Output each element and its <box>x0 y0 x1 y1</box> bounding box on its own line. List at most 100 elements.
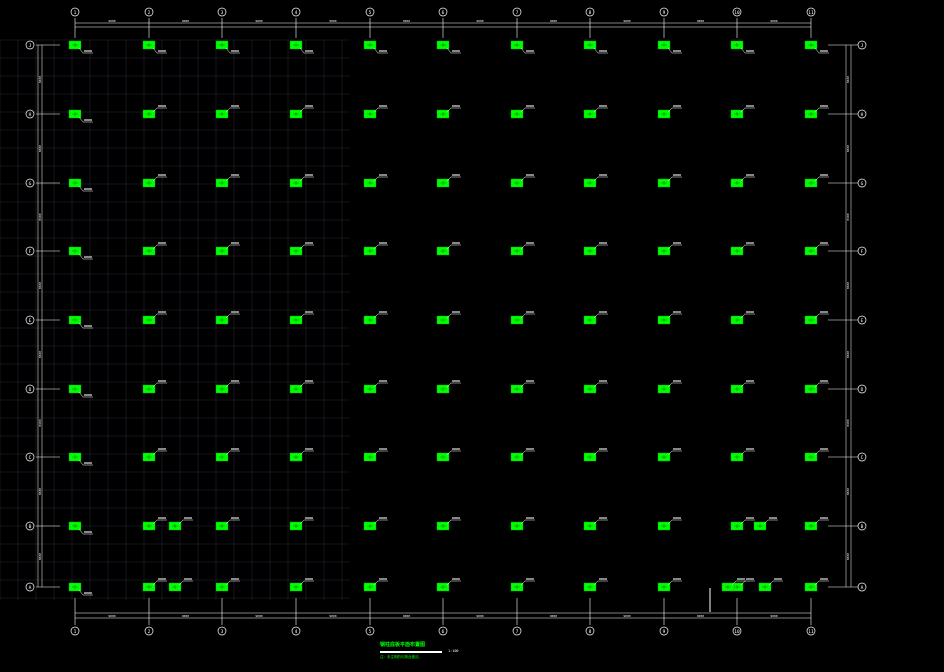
plate-tag-mark <box>526 105 534 107</box>
dim-text-bottom: 9000 <box>623 614 630 618</box>
floor-plan: 9000 9000 9000 9000 9000 9000 9000 9000 9000 9000… <box>0 7 867 636</box>
dim-text-bottom: 9000 <box>329 614 336 618</box>
plate-tag-mark <box>84 531 92 533</box>
plate-tag-mark <box>452 242 460 244</box>
dim-text-top: 9000 <box>403 19 410 23</box>
plate-tag-mark <box>231 174 239 176</box>
row-label-right: A <box>861 585 864 591</box>
plate-tag-mark <box>526 517 534 519</box>
plate-tag-mark <box>379 174 387 176</box>
plate-tag-mark <box>84 50 92 52</box>
plate-tag-mark <box>158 448 166 450</box>
plate-tag-mark <box>452 517 460 519</box>
plate-tag-mark <box>305 105 313 107</box>
plate-tag-mark <box>305 578 313 580</box>
plate-tag-mark <box>452 50 460 52</box>
dim-text-left: 8400 <box>38 419 42 426</box>
plate-tag-mark <box>158 311 166 313</box>
dim-text-bottom: 9000 <box>697 614 704 618</box>
dim-text-right: 8400 <box>846 145 850 152</box>
plate-tag-mark <box>452 174 460 176</box>
plate-tag-mark <box>305 517 313 519</box>
row-label-right: E <box>861 318 864 324</box>
plate-tag-mark <box>599 105 607 107</box>
plate-tag-mark <box>305 50 313 52</box>
plate-tag-mark <box>158 105 166 107</box>
dim-text-left: 8400 <box>38 282 42 289</box>
drawing-title: 钢柱底板平面布置图 <box>380 642 426 648</box>
plate-tag-mark <box>673 578 681 580</box>
plate-tag-mark <box>231 105 239 107</box>
plate-tag-mark <box>746 448 754 450</box>
plate-tag-mark <box>820 311 828 313</box>
plate-tag-mark <box>231 242 239 244</box>
dim-text-top: 9000 <box>623 19 630 23</box>
column-label-top: 11 <box>808 10 814 16</box>
plate-tag-mark <box>746 380 754 382</box>
column-label-top: 10 <box>734 10 740 16</box>
plate-tag-mark <box>379 242 387 244</box>
dim-text-bottom: 9000 <box>770 614 777 618</box>
plate-tag-mark <box>379 105 387 107</box>
dim-text-top: 9000 <box>255 19 262 23</box>
dim-text-left: 8400 <box>38 488 42 495</box>
dim-text-left: 8400 <box>38 145 42 152</box>
column-label-bottom: 10 <box>734 629 740 635</box>
plate-tag-mark <box>84 394 92 396</box>
dim-text-bottom: 9000 <box>476 614 483 618</box>
plate-tag-mark <box>769 517 777 519</box>
drawing-scale: 1:100 <box>448 649 459 653</box>
plate-tag-mark <box>158 380 166 382</box>
plate-tag-mark <box>184 578 192 580</box>
dim-text-top: 9000 <box>697 19 704 23</box>
column-label-top: 4 <box>295 10 298 16</box>
dim-text-bottom: 9000 <box>403 614 410 618</box>
dim-text-top: 9000 <box>550 19 557 23</box>
plate-tag-mark <box>158 174 166 176</box>
plate-tag-mark <box>452 105 460 107</box>
dim-text-left: 8400 <box>38 213 42 220</box>
plate-tag-mark <box>599 174 607 176</box>
plate-tag-mark <box>526 380 534 382</box>
dim-text-left: 8400 <box>38 553 42 560</box>
plate-tag-mark <box>599 50 607 52</box>
plate-tag-mark <box>526 50 534 52</box>
drawing-canvas: 9000 9000 9000 9000 9000 9000 9000 9000 9000 9000… <box>0 0 944 672</box>
plate-tag-mark <box>305 311 313 313</box>
plate-tag-mark <box>599 448 607 450</box>
plate-tag-mark <box>379 50 387 52</box>
plate-tag-mark <box>231 311 239 313</box>
column-label-top: 2 <box>148 10 151 16</box>
base-plates <box>68 40 829 596</box>
column-label-bottom: 4 <box>295 629 298 635</box>
row-label-left: E <box>29 318 32 324</box>
row-label-right: G <box>861 181 864 187</box>
dim-text-top: 9000 <box>770 19 777 23</box>
plate-tag-mark <box>158 578 166 580</box>
row-label-left: J <box>29 43 32 49</box>
plate-tag-mark <box>820 578 828 580</box>
column-label-top: 5 <box>369 10 372 16</box>
plate-tag-mark <box>746 242 754 244</box>
dim-text-bottom: 9000 <box>182 614 189 618</box>
plate-tag-mark <box>526 578 534 580</box>
plate-tag-mark <box>673 242 681 244</box>
plate-tag-mark <box>452 380 460 382</box>
dim-text-right: 8400 <box>846 76 850 83</box>
dim-text-top: 9000 <box>329 19 336 23</box>
row-label-right: B <box>861 524 864 530</box>
dim-text-bottom: 9000 <box>255 614 262 618</box>
plate-tag-mark <box>84 462 92 464</box>
plate-tag-mark <box>673 448 681 450</box>
row-label-left: F <box>29 249 32 255</box>
plate-tag-mark <box>379 311 387 313</box>
plate-tag-mark <box>379 380 387 382</box>
plate-tag-mark <box>231 448 239 450</box>
row-label-right: H <box>861 112 864 118</box>
plate-tag-mark <box>746 105 754 107</box>
plate-tag-mark <box>231 50 239 52</box>
plate-tag-mark <box>599 517 607 519</box>
plate-tag-mark <box>599 311 607 313</box>
row-label-right: F <box>861 249 864 255</box>
plate-tag-mark <box>746 578 754 580</box>
